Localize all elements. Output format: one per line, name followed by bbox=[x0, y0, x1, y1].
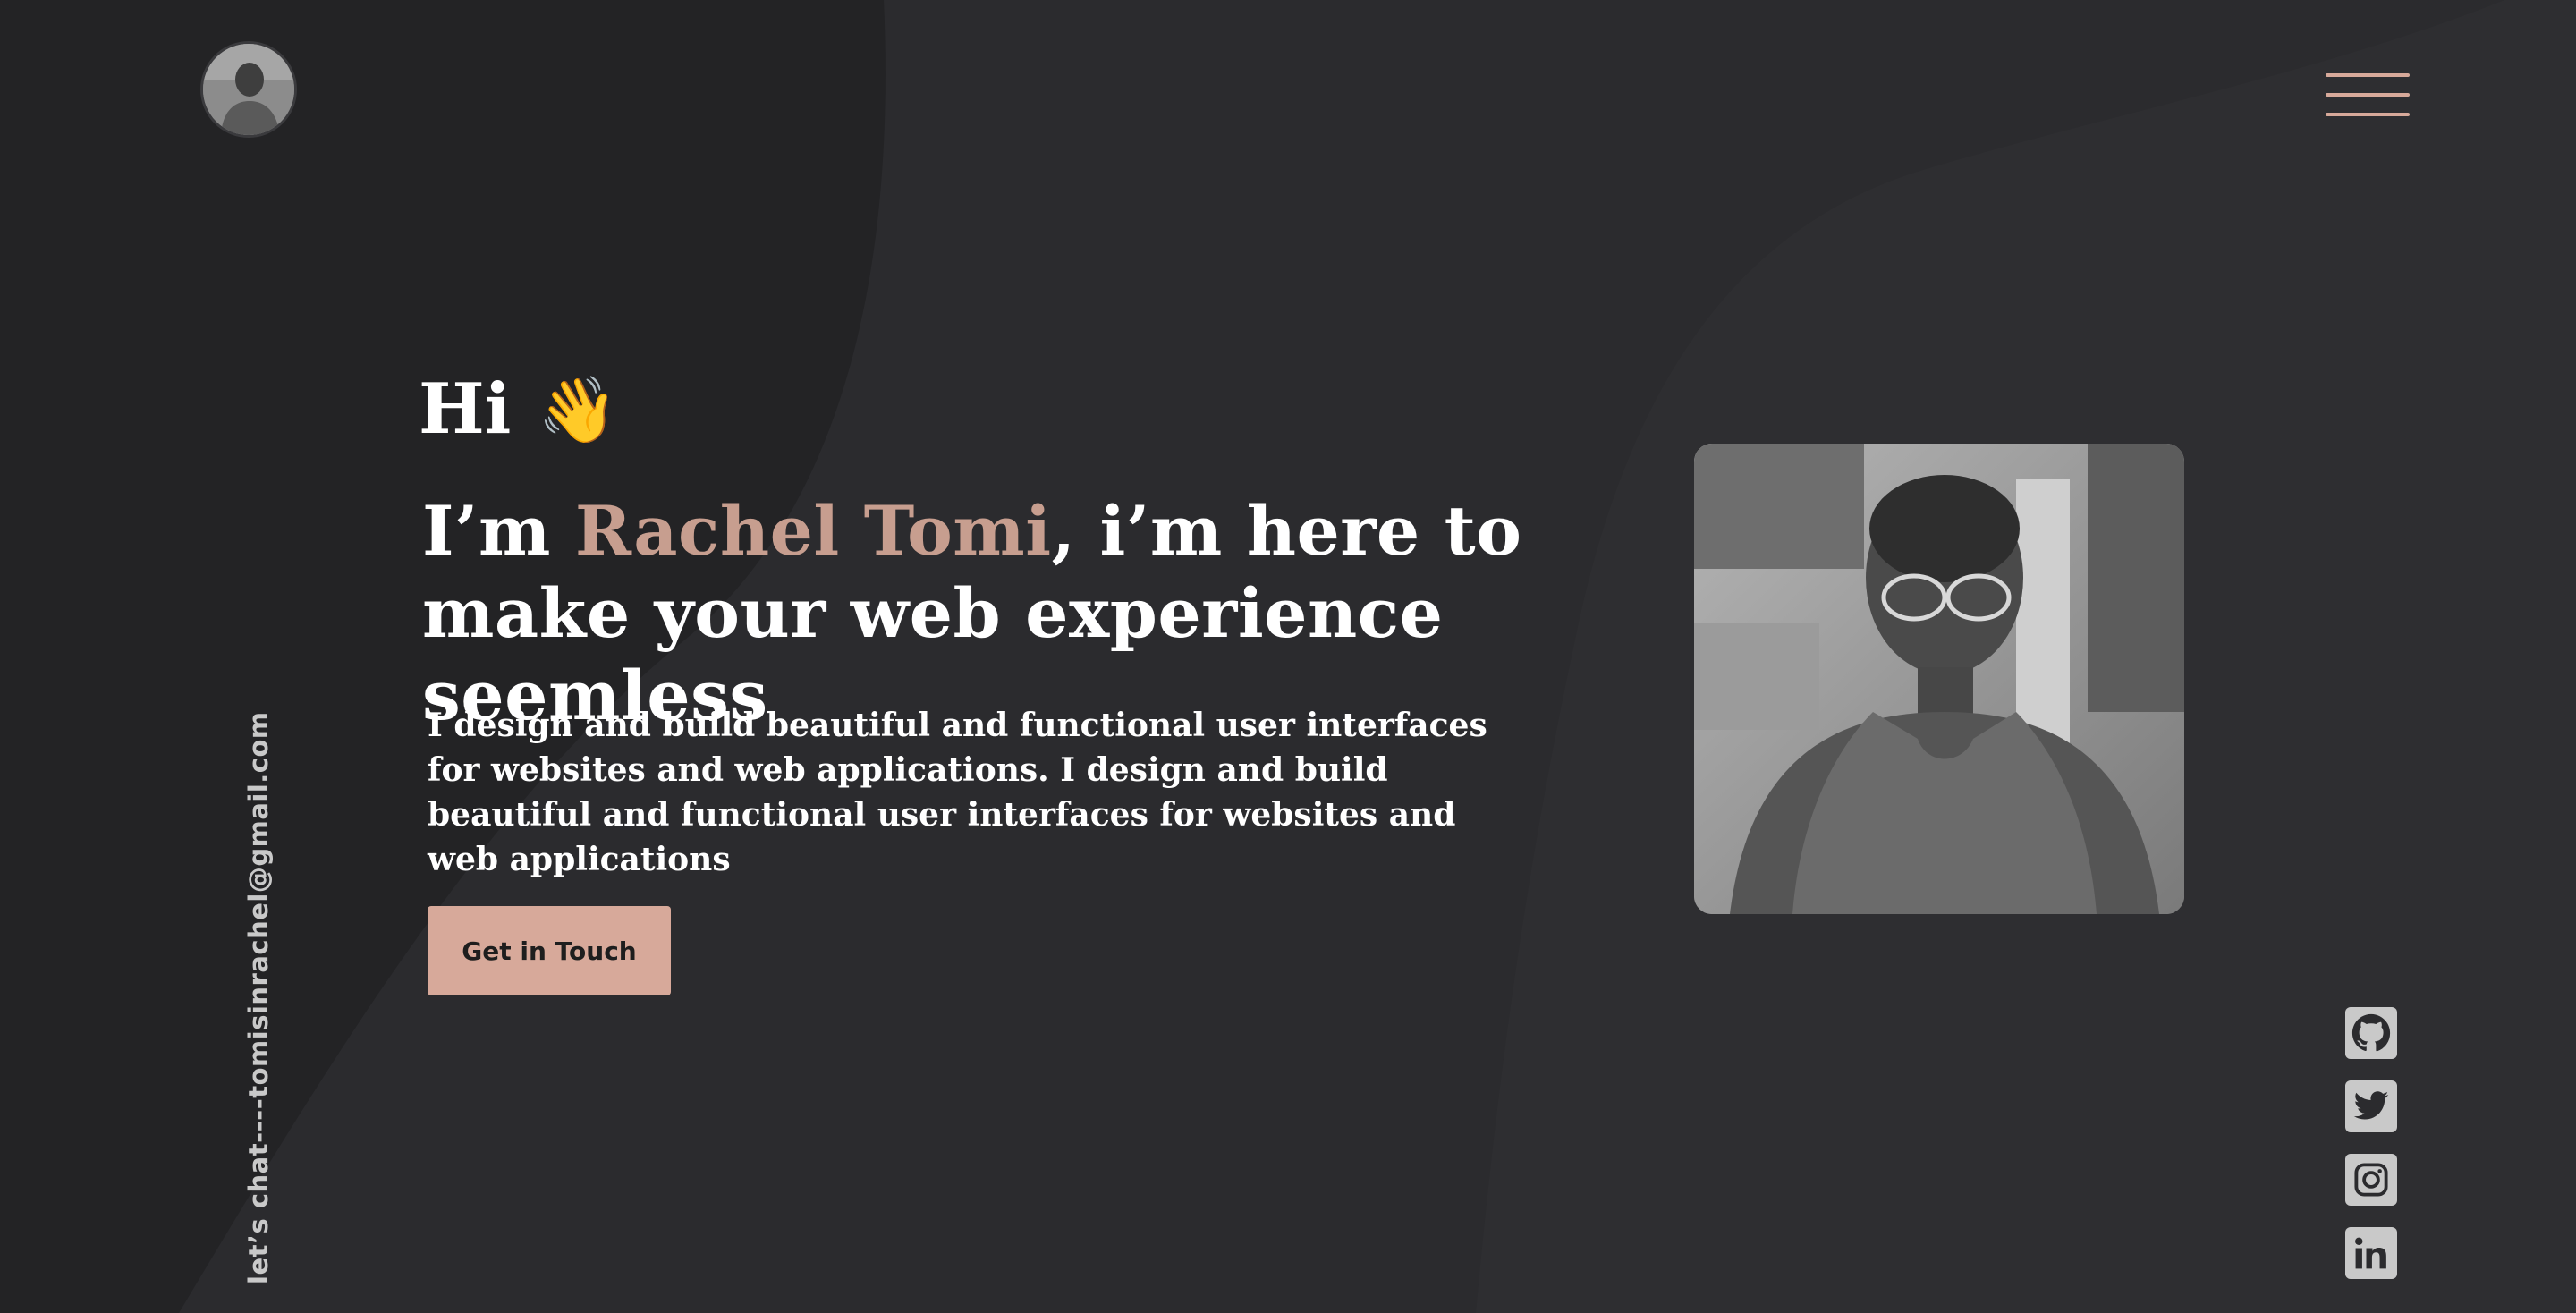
avatar[interactable] bbox=[200, 41, 297, 138]
headline: I’m Rachel Tomi, i’m here to make your w… bbox=[422, 490, 1585, 737]
headline-prefix: I’m bbox=[422, 491, 575, 571]
greeting: Hi 👋 bbox=[419, 365, 618, 454]
hero-description: I design and build beautiful and functio… bbox=[428, 707, 1487, 878]
avatar-portrait-icon bbox=[203, 44, 294, 135]
headline-name: Rachel Tomi bbox=[574, 491, 1052, 571]
hamburger-menu-icon[interactable] bbox=[2326, 70, 2410, 120]
social-links bbox=[2345, 1007, 2397, 1279]
get-in-touch-button[interactable]: Get in Touch bbox=[428, 906, 671, 995]
waving-hand-icon: 👋 bbox=[538, 371, 618, 447]
profile-photo bbox=[1694, 444, 2184, 914]
twitter-glyph-icon bbox=[2353, 1091, 2389, 1120]
linkedin-glyph-icon bbox=[2355, 1237, 2386, 1269]
greeting-text: Hi bbox=[419, 368, 512, 450]
portrait-photo-icon bbox=[1694, 444, 2184, 914]
github-icon[interactable] bbox=[2345, 1007, 2397, 1059]
twitter-icon[interactable] bbox=[2345, 1080, 2397, 1132]
linkedin-icon[interactable] bbox=[2345, 1227, 2397, 1279]
github-glyph-icon bbox=[2351, 1013, 2391, 1052]
instagram-icon[interactable] bbox=[2345, 1154, 2397, 1206]
instagram-glyph-icon bbox=[2354, 1163, 2388, 1197]
contact-email-vertical[interactable]: let’s chat----tomisinrachel@gmail.com bbox=[243, 711, 274, 1284]
